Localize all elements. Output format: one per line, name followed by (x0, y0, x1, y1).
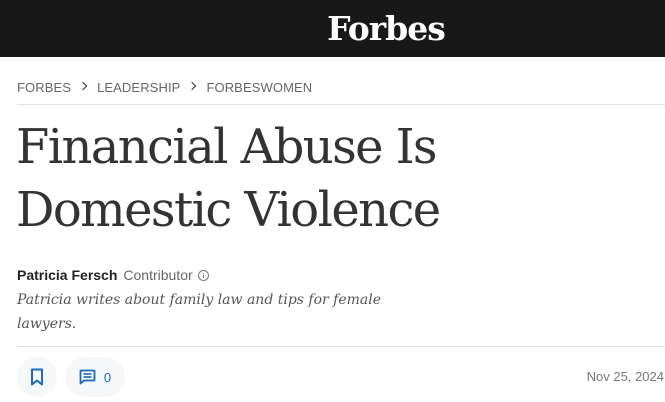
info-icon[interactable] (197, 269, 209, 281)
comments-button[interactable]: 0 (65, 357, 125, 397)
author-role: Contributor (123, 267, 193, 283)
byline: Patricia Fersch Contributor (17, 265, 209, 285)
comment-count: 0 (103, 369, 112, 385)
article-headline: Financial Abuse Is Domestic Violence (16, 119, 441, 238)
breadcrumb: FORBES LEADERSHIP FORBESWOMEN (17, 78, 312, 96)
divider (17, 346, 665, 347)
bookmark-button[interactable] (17, 357, 57, 397)
top-navigation-bar: Forbes (0, 0, 665, 57)
chevron-right-icon (180, 78, 206, 96)
divider (17, 104, 665, 105)
comment-icon (79, 369, 96, 385)
author-bio: Patricia writes about family law and tip… (17, 292, 382, 332)
publish-date: Nov 25, 2024 (586, 369, 664, 384)
breadcrumb-forbes[interactable]: FORBES (17, 80, 71, 95)
breadcrumb-leadership[interactable]: LEADERSHIP (97, 80, 180, 95)
breadcrumb-forbeswomen[interactable]: FORBESWOMEN (206, 80, 312, 95)
chevron-right-icon (71, 78, 97, 96)
bookmark-icon (30, 368, 44, 386)
author-name-link[interactable]: Patricia Fersch (17, 267, 117, 283)
forbes-logo[interactable]: Forbes (0, 0, 665, 57)
